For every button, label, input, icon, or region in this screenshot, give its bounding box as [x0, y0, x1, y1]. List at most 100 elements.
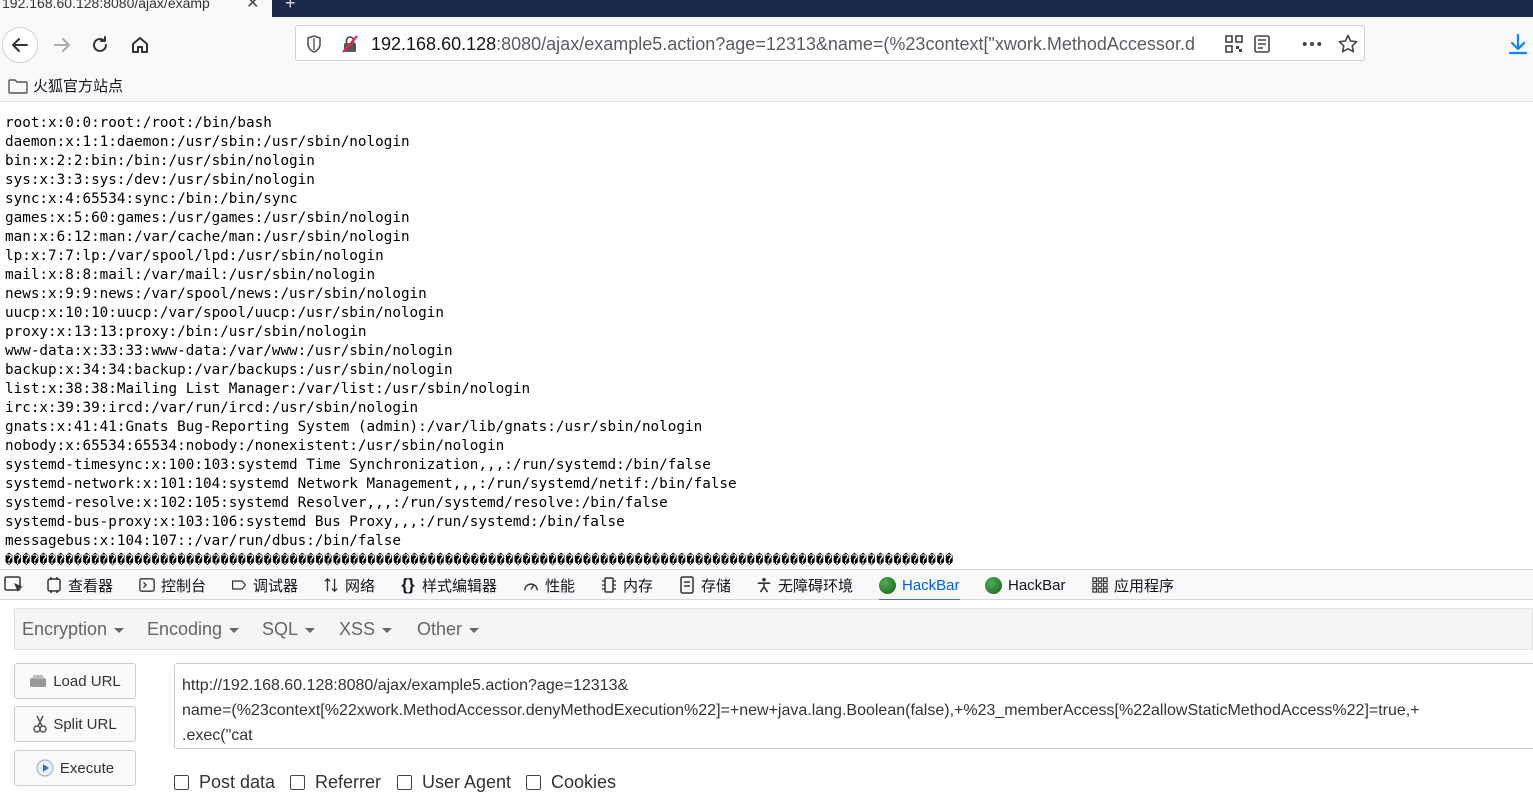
tab-hackbar-active[interactable]: HackBar [879, 570, 960, 601]
menu-xss[interactable]: XSS [339, 619, 393, 640]
button-label: Execute [59, 759, 115, 777]
menu-sql[interactable]: SQL [262, 619, 316, 640]
tab-label: 无障碍环境 [778, 577, 854, 595]
home-icon [132, 37, 148, 53]
menu-encoding[interactable]: Encoding [147, 619, 240, 640]
gauge-icon [523, 577, 539, 593]
home-button[interactable] [122, 27, 158, 63]
reader-view-icon[interactable] [1252, 34, 1272, 54]
caret-down-icon [229, 628, 240, 633]
split-url-button[interactable]: Split URL [14, 706, 136, 742]
tab-memory[interactable]: 内存 [601, 570, 653, 600]
tab-hackbar[interactable]: HackBar [985, 570, 1066, 600]
tab-close-icon[interactable]: ✕ [246, 0, 259, 12]
passwd-line: systemd-timesync:x:100:103:systemd Time … [5, 457, 711, 473]
caret-down-icon [382, 628, 393, 633]
tab-label: HackBar [1008, 576, 1066, 594]
passwd-line: systemd-network:x:101:104:systemd Networ… [5, 476, 737, 492]
bookmark-label: 火狐官方站点 [33, 78, 124, 95]
passwd-line: nobody:x:65534:65534:nobody:/nonexistent… [5, 438, 505, 454]
tab-storage[interactable]: 存储 [679, 570, 731, 600]
page-content: root:x:0:0:root:/root:/bin/bash daemon:x:… [0, 103, 1533, 570]
execute-button[interactable]: Execute [14, 750, 136, 786]
garbled-output-line: ����������������������������������������… [5, 553, 954, 568]
checkbox-user-agent[interactable]: User Agent [397, 772, 511, 793]
tab-label: 网络 [345, 577, 376, 595]
tab-inspector[interactable]: 查看器 [46, 570, 113, 600]
network-icon [323, 577, 339, 593]
url-bar[interactable]: 192.168.60.128:8080/ajax/example5.action… [295, 25, 1365, 61]
button-label: Load URL [53, 672, 121, 690]
tab-title: 192.168.60.128:8080/ajax/examp [2, 0, 210, 11]
tab-network[interactable]: 网络 [323, 570, 375, 600]
url-text[interactable]: 192.168.60.128:8080/ajax/example5.action… [371, 33, 1221, 55]
checkbox[interactable] [397, 775, 412, 790]
checkbox[interactable] [526, 775, 541, 790]
browser-tab[interactable]: 192.168.60.128:8080/ajax/examp ✕ [0, 0, 272, 17]
menu-label: Other [417, 619, 463, 639]
checkbox-label: Cookies [551, 772, 617, 792]
menu-label: Encoding [147, 619, 223, 639]
checkbox-post-data[interactable]: Post data [174, 772, 275, 793]
passwd-line: systemd-resolve:x:102:105:systemd Resolv… [5, 495, 668, 511]
hackbar-menu: Encryption Encoding SQL XSS Other [14, 608, 1533, 650]
passwd-line: list:x:38:38:Mailing List Manager:/var/l… [5, 381, 531, 397]
checkbox-cookies[interactable]: Cookies [526, 772, 616, 793]
reload-icon [93, 36, 107, 52]
bookmark-item[interactable]: 火狐官方站点 [8, 75, 123, 96]
passwd-line: root:x:0:0:root:/root:/bin/bash [5, 115, 272, 131]
arrow-right-icon [54, 38, 70, 52]
tab-applications[interactable]: 应用程序 [1092, 570, 1174, 600]
passwd-line: bin:x:2:2:bin:/bin:/usr/sbin/nologin [5, 153, 315, 169]
checkbox[interactable] [290, 775, 305, 790]
caret-down-icon [114, 628, 125, 633]
passwd-line: news:x:9:9:news:/var/spool/news:/usr/sbi… [5, 286, 427, 302]
insecure-lock-icon[interactable] [340, 34, 360, 54]
checkbox[interactable] [174, 775, 189, 790]
tab-style-editor[interactable]: {} 样式编辑器 [400, 570, 497, 600]
checkbox-referrer[interactable]: Referrer [290, 772, 381, 793]
more-actions-icon[interactable] [1302, 34, 1322, 54]
tab-accessibility[interactable]: 无障碍环境 [756, 570, 853, 600]
inspector-icon [46, 577, 62, 593]
tab-performance[interactable]: 性能 [523, 570, 575, 600]
caret-down-icon [469, 628, 480, 633]
tab-strip: 192.168.60.128:8080/ajax/examp ✕ + [0, 0, 1533, 17]
grid-icon [1092, 577, 1108, 593]
passwd-line: uucp:x:10:10:uucp:/var/spool/uucp:/usr/s… [5, 305, 444, 321]
reload-button[interactable] [82, 27, 118, 63]
passwd-line: gnats:x:41:41:Gnats Bug-Reporting System… [5, 419, 703, 435]
hackbar-url-textarea[interactable]: http://192.168.60.128:8080/ajax/example5… [174, 663, 1533, 749]
passwd-output: root:x:0:0:root:/root:/bin/bash daemon:x:… [5, 114, 737, 551]
element-picker-button[interactable] [4, 575, 26, 595]
passwd-line: systemd-bus-proxy:x:103:106:systemd Bus … [5, 514, 625, 530]
menu-label: XSS [339, 619, 376, 639]
new-tab-icon[interactable]: + [285, 0, 296, 12]
shield-icon[interactable] [304, 34, 324, 54]
menu-encryption[interactable]: Encryption [22, 619, 125, 640]
play-icon [36, 759, 54, 777]
debugger-icon [231, 577, 247, 593]
tab-label: 存储 [701, 577, 732, 595]
braces-icon: {} [401, 575, 415, 594]
qr-code-icon[interactable] [1224, 34, 1244, 54]
arrow-left-icon [12, 38, 28, 52]
download-button[interactable] [1506, 32, 1532, 58]
tab-label: HackBar [902, 576, 960, 594]
console-icon [139, 577, 155, 593]
navigation-bar: 192.168.60.128:8080/ajax/example5.action… [0, 17, 1533, 69]
tab-label: 应用程序 [1114, 577, 1175, 595]
hackbar-icon [879, 576, 896, 594]
tab-debugger[interactable]: 调试器 [231, 570, 298, 600]
passwd-line: www-data:x:33:33:www-data:/var/www:/usr/… [5, 343, 453, 359]
back-button[interactable] [2, 27, 38, 63]
hackbar-panel: Encryption Encoding SQL XSS Other Load U… [0, 600, 1533, 801]
forward-button[interactable] [44, 27, 80, 63]
url-line: http://192.168.60.128:8080/ajax/example5… [182, 677, 629, 694]
passwd-line: sys:x:3:3:sys:/dev:/usr/sbin/nologin [5, 172, 315, 188]
load-url-button[interactable]: Load URL [14, 663, 136, 699]
button-label: Split URL [53, 715, 117, 733]
menu-other[interactable]: Other [417, 619, 480, 640]
tab-console[interactable]: 控制台 [139, 570, 206, 600]
bookmark-star-icon[interactable] [1338, 34, 1358, 54]
